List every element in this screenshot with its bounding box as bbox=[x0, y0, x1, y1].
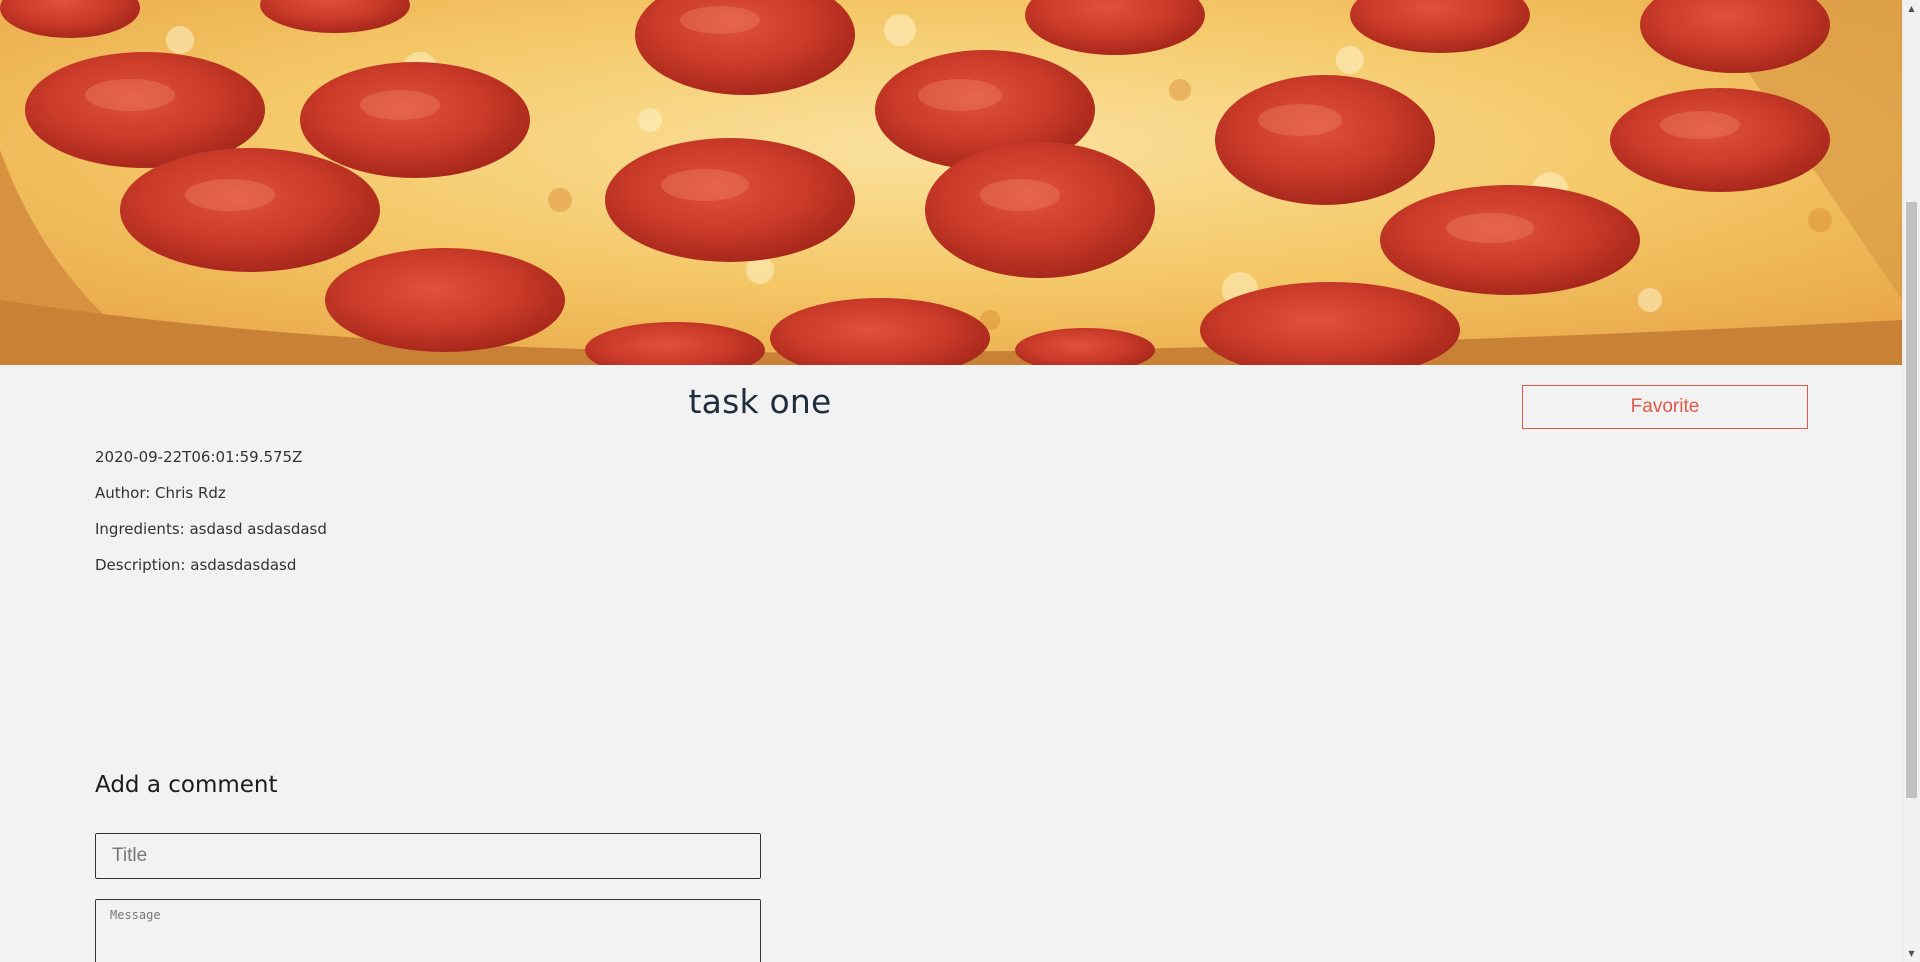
post-title: task one bbox=[688, 382, 832, 421]
add-comment-heading: Add a comment bbox=[95, 772, 278, 798]
triangle-up-icon[interactable]: ▲ bbox=[1903, 0, 1920, 17]
post-date: 2020-09-22T06:01:59.575Z bbox=[95, 448, 303, 466]
main-content: task one Favorite 2020-09-22T06:01:59.57… bbox=[0, 0, 1902, 962]
page: task one Favorite 2020-09-22T06:01:59.57… bbox=[0, 0, 1920, 962]
comment-title-input[interactable] bbox=[95, 833, 761, 879]
post-description: Description: asdasdasdasd bbox=[95, 556, 297, 574]
post-author: Author: Chris Rdz bbox=[95, 484, 226, 502]
vertical-scrollbar[interactable]: ▲ ▼ bbox=[1902, 0, 1920, 962]
scrollbar-thumb[interactable] bbox=[1906, 202, 1917, 798]
post-details: 2020-09-22T06:01:59.575Z Author: Chris R… bbox=[95, 448, 327, 592]
comment-message-textarea[interactable] bbox=[95, 899, 761, 962]
favorite-button[interactable]: Favorite bbox=[1522, 385, 1808, 429]
post-ingredients: Ingredients: asdasd asdasdasd bbox=[95, 520, 327, 538]
hero-image-pepperoni-pizza bbox=[0, 0, 1902, 365]
triangle-down-icon[interactable]: ▼ bbox=[1903, 945, 1920, 962]
